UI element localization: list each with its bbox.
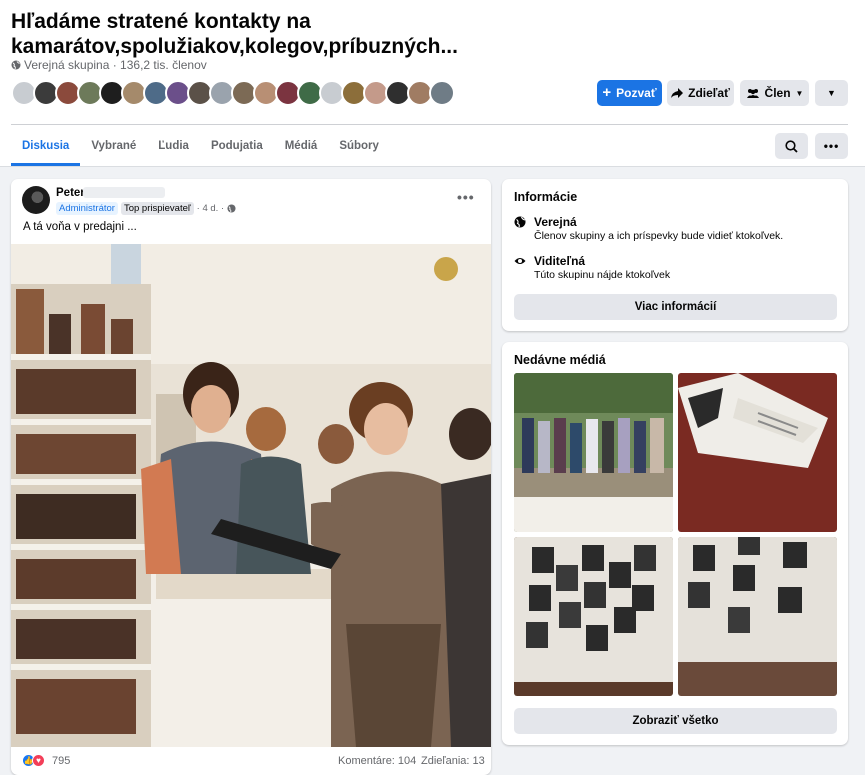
share-count[interactable]: Zdieľania: 13: [421, 755, 485, 767]
invite-label: Pozvať: [616, 86, 657, 100]
post-footer: 👍 ♥ 795 Komentáre: 104 Zdieľania: 13: [11, 747, 491, 774]
group-meta: Verejná skupina · 136,2 tis. členov: [11, 58, 207, 72]
visible-desc: Túto skupinu nájde ktokoľvek: [534, 269, 671, 281]
media-thumbnail[interactable]: [514, 537, 673, 696]
search-icon: [785, 139, 798, 153]
tab-vybrane[interactable]: Vybrané: [80, 128, 147, 166]
globe-icon: [514, 216, 526, 228]
recent-media-card: Nedávne médiá Zobraziť všetko: [502, 342, 848, 745]
caret-down-icon: ▼: [795, 88, 804, 98]
eye-icon: [514, 258, 526, 264]
public-desc: Členov skupiny a ich príspevky bude vidi…: [534, 230, 784, 242]
post-time[interactable]: · 4 d. ·: [197, 203, 224, 214]
post-text: A tá voňa v predajni ...: [23, 221, 137, 233]
more-options-button[interactable]: •••: [815, 133, 848, 159]
invite-button[interactable]: + Pozvať: [597, 80, 662, 106]
member-label: Člen: [764, 86, 791, 100]
media-thumbnail[interactable]: [514, 373, 673, 532]
top-contributor-badge[interactable]: Top prispievateľ: [120, 202, 194, 215]
author-avatar[interactable]: [22, 186, 50, 214]
visible-title: Viditeľná: [534, 254, 586, 268]
globe-icon: [227, 204, 236, 213]
more-info-button[interactable]: Viac informácií: [514, 294, 837, 320]
tab-media[interactable]: Médiá: [274, 128, 329, 166]
group-header: Hľadáme stratené kontakty na kamarátov,s…: [0, 0, 865, 167]
header-divider: [11, 124, 848, 125]
chevron-down-icon: ▼: [827, 88, 836, 98]
share-label: Zdieľať: [688, 86, 730, 100]
member-button[interactable]: Člen ▼: [740, 80, 809, 106]
share-button[interactable]: Zdieľať: [667, 80, 734, 106]
group-title[interactable]: Hľadáme stratené kontakty na kamarátov,s…: [11, 9, 571, 59]
reaction-icons[interactable]: 👍 ♥: [22, 754, 45, 767]
admin-badge[interactable]: Administrátor: [56, 202, 118, 215]
globe-icon: [11, 60, 21, 70]
media-thumbnail[interactable]: [678, 373, 837, 532]
author-name[interactable]: Peter: [56, 187, 85, 199]
comment-count[interactable]: Komentáre: 104: [338, 755, 416, 767]
love-icon: ♥: [32, 754, 45, 767]
post-photo[interactable]: [11, 244, 491, 747]
reaction-count[interactable]: 795: [52, 755, 70, 767]
info-card: Informácie Verejná Členov skupiny a ich …: [502, 179, 848, 331]
member-avatars[interactable]: [11, 80, 455, 106]
member-avatar[interactable]: [429, 80, 455, 106]
group-tabs: Diskusia Vybrané Ľudia Podujatia Médiá S…: [11, 128, 390, 166]
people-icon: [746, 89, 759, 98]
public-info: Verejná Členov skupiny a ich príspevky b…: [514, 215, 783, 243]
ellipsis-icon: •••: [823, 139, 840, 153]
show-all-media-button[interactable]: Zobraziť všetko: [514, 708, 837, 734]
tab-podujatia[interactable]: Podujatia: [200, 128, 274, 166]
tab-diskusia[interactable]: Diskusia: [11, 128, 81, 166]
more-dropdown-button[interactable]: ▼: [815, 80, 848, 106]
post-options-icon[interactable]: •••: [457, 189, 475, 205]
tab-subory[interactable]: Súbory: [328, 128, 390, 166]
group-meta-text[interactable]: Verejná skupina · 136,2 tis. členov: [24, 58, 207, 72]
recent-media-title: Nedávne médiá: [514, 353, 606, 367]
public-title: Verejná: [534, 215, 577, 229]
media-grid: [514, 373, 837, 696]
plus-icon: +: [602, 84, 612, 101]
author-badges: Administrátor Top prispievateľ · 4 d. ·: [56, 202, 236, 215]
post-card: Peter Administrátor Top prispievateľ · 4…: [11, 179, 491, 775]
tab-ludia[interactable]: Ľudia: [147, 128, 200, 166]
share-arrow-icon: [671, 87, 684, 98]
media-thumbnail[interactable]: [678, 537, 837, 696]
redacted-name: [83, 187, 165, 198]
info-title: Informácie: [514, 190, 578, 204]
search-button[interactable]: [775, 133, 808, 159]
visible-info: Viditeľná Túto skupinu nájde ktokoľvek: [514, 254, 670, 282]
